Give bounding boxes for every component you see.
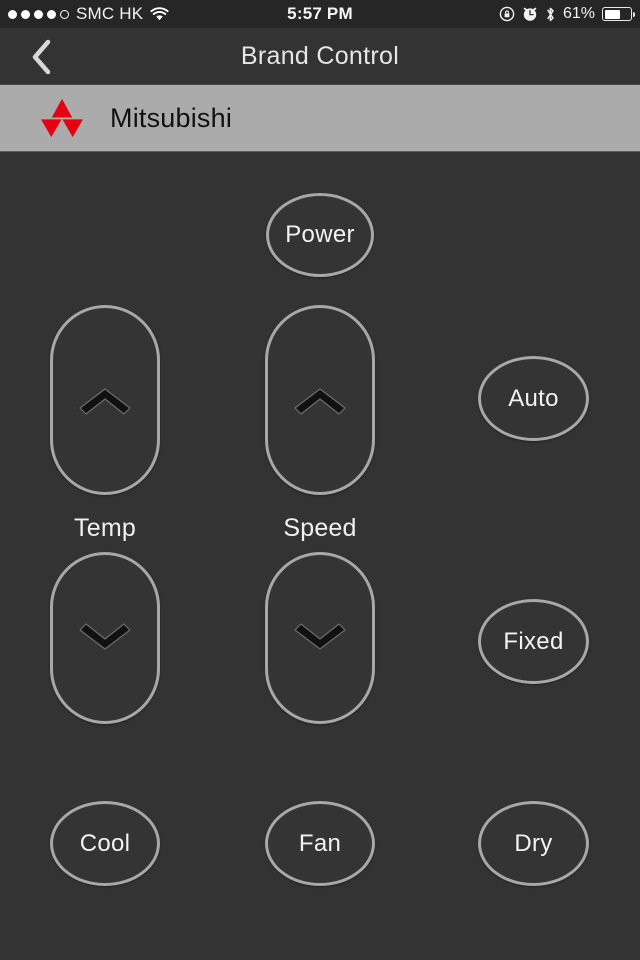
dry-button[interactable]: Dry [478, 801, 589, 886]
alarm-clock-icon [523, 7, 537, 21]
auto-button[interactable]: Auto [478, 356, 589, 441]
power-button[interactable]: Power [266, 193, 374, 277]
page-title: Brand Control [240, 42, 400, 70]
chevron-down-icon [294, 623, 346, 650]
temp-down-button[interactable] [50, 552, 160, 724]
dry-button-label: Dry [514, 829, 553, 857]
app-screen: SMC HK 5:57 PM 61% Brand Control Mitsubi… [0, 0, 640, 960]
fixed-button[interactable]: Fixed [478, 599, 589, 684]
speed-down-button[interactable] [265, 552, 375, 724]
fan-button-label: Fan [298, 829, 342, 857]
chevron-down-icon [79, 623, 131, 650]
speed-up-button[interactable] [265, 305, 375, 495]
battery-fill [604, 9, 620, 19]
mitsubishi-logo-icon [41, 98, 83, 138]
chevron-up-icon [294, 388, 346, 415]
auto-button-label: Auto [508, 384, 559, 412]
status-bar: SMC HK 5:57 PM 61% [0, 0, 640, 28]
power-button-label: Power [285, 221, 355, 248]
cool-button-label: Cool [79, 829, 131, 857]
fixed-button-label: Fixed [503, 627, 564, 655]
temp-group-label: Temp [74, 514, 136, 542]
rotation-lock-icon [499, 6, 515, 22]
battery-percentage-label: 61% [562, 5, 595, 22]
brand-name-label: Mitsubishi [110, 102, 233, 133]
chevron-up-icon [79, 388, 131, 415]
cool-button[interactable]: Cool [50, 801, 160, 886]
status-bar-right: 61% [499, 5, 635, 23]
battery-icon [602, 7, 635, 21]
speed-group-label: Speed [283, 514, 357, 542]
brand-row[interactable]: Mitsubishi [0, 85, 640, 152]
fan-button[interactable]: Fan [265, 801, 375, 886]
temp-up-button[interactable] [50, 305, 160, 495]
bluetooth-icon [547, 7, 554, 21]
remote-control-panel: Power Auto Temp Speed Fixed Cool Fan Dry [0, 152, 640, 960]
navigation-bar: Brand Control [0, 28, 640, 85]
